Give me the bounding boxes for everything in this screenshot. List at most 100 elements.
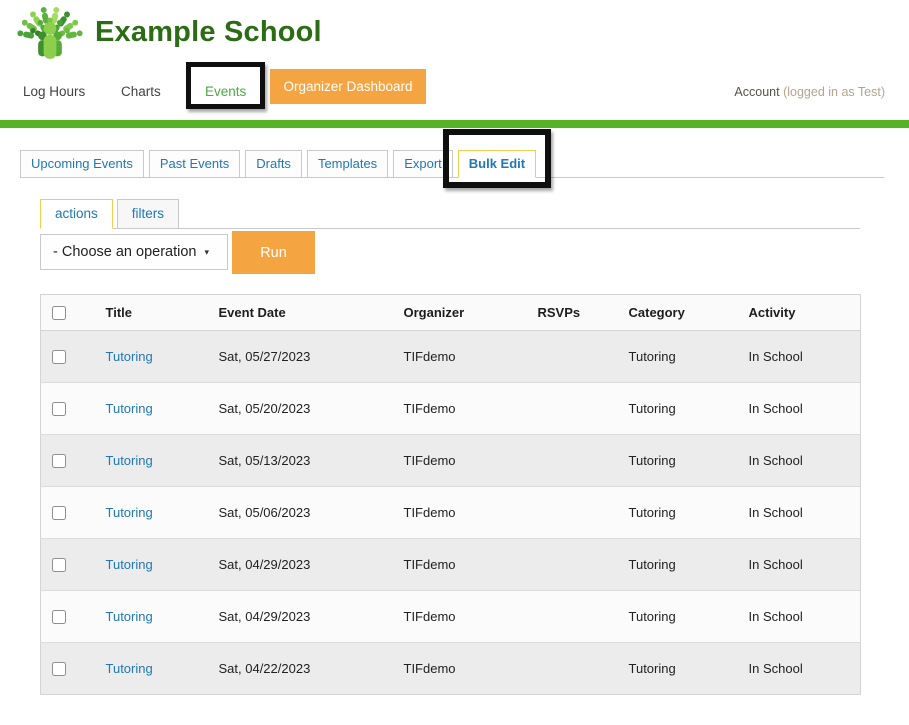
rsvps-cell [528,435,619,487]
tab-export[interactable]: Export [393,150,453,178]
event-title-cell: Tutoring [96,643,209,695]
category-cell: Tutoring [628,557,676,572]
row-checkbox[interactable] [52,454,66,469]
header-divider-bar [0,120,909,128]
event-title-cell: Tutoring [96,539,209,591]
category-cell: Tutoring [628,349,676,364]
organizer-cell: TIFdemo [403,401,456,416]
organizer-dashboard-button[interactable]: Organizer Dashboard [270,69,426,104]
organizer-cell: TIFdemo [403,453,456,468]
account-status: (logged in as Test) [783,85,885,99]
activity-cell: In School [748,557,803,572]
event-date-cell: Sat, 05/27/2023 [218,349,311,364]
event-date-cell: Sat, 05/06/2023 [218,505,311,520]
rsvps-cell [528,539,619,591]
nav-item-charts[interactable]: Charts [121,84,161,99]
table-row: Tutoring Sat, 04/29/2023 TIFdemo Tutoring In… [40,538,861,591]
event-title-link[interactable]: Tutoring [106,661,153,676]
column-header-category: Category [618,294,739,331]
event-title-cell: Tutoring [96,331,209,383]
event-title-link[interactable]: Tutoring [106,505,153,520]
row-checkbox-cell [41,435,96,487]
row-checkbox[interactable] [52,402,66,417]
row-checkbox-cell [41,591,96,643]
row-checkbox[interactable] [52,506,66,521]
rsvps-cell [528,331,619,383]
event-title-link[interactable]: Tutoring [106,349,153,364]
table-row: Tutoring Sat, 05/27/2023 TIFdemo Tutoring In… [40,330,861,383]
select-all-checkbox[interactable] [52,306,66,321]
operation-dropdown-value: - Choose an operation [53,244,197,260]
column-header-title: Title [95,294,209,331]
bulk-edit-subtabs: actions filters [40,199,860,229]
column-header-organizer: Organizer [393,294,528,331]
event-date-cell: Sat, 04/29/2023 [218,557,311,572]
organizer-cell: TIFdemo [403,661,456,676]
table-row: Tutoring Sat, 05/06/2023 TIFdemo Tutoring In… [40,486,861,539]
table-header-row: Title Event Date Organizer RSVPs Categor… [40,294,861,331]
organizer-cell: TIFdemo [403,505,456,520]
activity-cell: In School [748,661,803,676]
activity-cell: In School [748,505,803,520]
column-header-rsvps: RSVPs [527,294,619,331]
category-cell: Tutoring [628,505,676,520]
tab-templates[interactable]: Templates [306,150,389,178]
select-all-cell [40,294,96,331]
table-row: Tutoring Sat, 05/20/2023 TIFdemo Tutoring In… [40,382,861,435]
row-checkbox-cell [41,331,96,383]
row-checkbox-cell [41,383,96,435]
organizer-cell: TIFdemo [403,609,456,624]
row-checkbox[interactable] [52,662,66,677]
operation-dropdown[interactable]: - Choose an operation ▾ [40,234,228,270]
nav-item-log-hours[interactable]: Log Hours [23,84,85,99]
event-title-link[interactable]: Tutoring [106,401,153,416]
category-cell: Tutoring [628,661,676,676]
row-checkbox[interactable] [52,350,66,365]
account-link[interactable]: Account (logged in as Test) [734,85,885,99]
account-label: Account [734,85,780,99]
caret-down-icon: ▾ [204,246,210,257]
page-title: Example School [95,16,322,48]
page: Example School Log Hours Charts Events O… [0,0,909,725]
event-title-cell: Tutoring [96,591,209,643]
event-title-cell: Tutoring [96,383,209,435]
activity-cell: In School [748,349,803,364]
event-title-link[interactable]: Tutoring [106,453,153,468]
tab-bulk-edit[interactable]: Bulk Edit [457,150,537,178]
tab-upcoming-events[interactable]: Upcoming Events [20,150,144,178]
organizer-cell: TIFdemo [403,557,456,572]
table-row: Tutoring Sat, 04/29/2023 TIFdemo Tutoring In… [40,590,861,643]
table-row: Tutoring Sat, 05/13/2023 TIFdemo Tutoring In… [40,434,861,487]
row-checkbox-cell [41,487,96,539]
subtab-actions[interactable]: actions [40,199,113,229]
category-cell: Tutoring [628,401,676,416]
row-checkbox-cell [41,643,96,695]
activity-cell: In School [748,609,803,624]
activity-cell: In School [748,401,803,416]
column-header-event-date: Event Date [208,294,394,331]
subtab-filters[interactable]: filters [116,199,180,229]
row-checkbox[interactable] [52,558,66,573]
rsvps-cell [528,487,619,539]
event-title-link[interactable]: Tutoring [106,609,153,624]
events-table-body: Tutoring Sat, 05/27/2023 TIFdemo Tutoring In… [40,330,861,695]
tab-drafts[interactable]: Drafts [245,150,302,178]
organizer-cell: TIFdemo [403,349,456,364]
event-date-cell: Sat, 04/29/2023 [218,609,311,624]
run-button[interactable]: Run [232,231,315,274]
rsvps-cell [528,383,619,435]
event-tabs: Upcoming Events Past Events Drafts Templ… [20,150,884,178]
event-date-cell: Sat, 05/13/2023 [218,453,311,468]
event-title-cell: Tutoring [96,435,209,487]
activity-cell: In School [748,453,803,468]
people-tree-logo-icon[interactable] [13,2,87,66]
event-title-link[interactable]: Tutoring [106,557,153,572]
row-checkbox[interactable] [52,610,66,625]
table-row: Tutoring Sat, 04/22/2023 TIFdemo Tutoring In… [40,642,861,695]
event-title-cell: Tutoring [96,487,209,539]
events-table: Title Event Date Organizer RSVPs Categor… [40,294,861,695]
event-date-cell: Sat, 04/22/2023 [218,661,311,676]
category-cell: Tutoring [628,609,676,624]
nav-item-events[interactable]: Events [205,84,246,99]
tab-past-events[interactable]: Past Events [148,150,241,178]
